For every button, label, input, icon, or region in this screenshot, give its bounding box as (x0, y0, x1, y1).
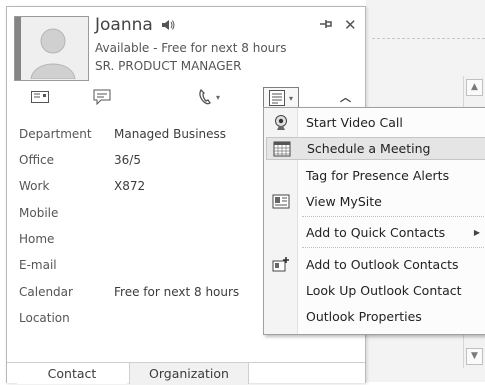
field-label: Office (19, 153, 55, 167)
field-label: Home (19, 232, 55, 246)
menu-item-label: Start Video Call (306, 115, 403, 130)
options-dropdown-icon[interactable]: ▾ (289, 94, 293, 103)
contact-name: Joanna (95, 15, 153, 35)
menu-item-label: View MySite (306, 194, 382, 209)
person-placeholder-icon (30, 28, 76, 79)
menu-item-label: Add to Quick Contacts (306, 225, 446, 240)
speaker-icon[interactable] (161, 19, 175, 34)
menu-item-label: Look Up Outlook Contact (306, 283, 462, 298)
background-divider (372, 38, 485, 39)
im-button[interactable] (89, 87, 115, 107)
presence-status: Available - Free for next 8 hours (95, 41, 287, 55)
field-value[interactable]: Free for next 8 hours (114, 285, 239, 299)
scroll-up-icon[interactable]: ▲ (466, 79, 483, 96)
menu-item-label: Outlook Properties (306, 309, 422, 324)
mysite-icon (272, 194, 290, 209)
field-label: Work (19, 179, 50, 193)
contact-photo (14, 16, 89, 81)
field-value[interactable]: 36/5 (114, 153, 141, 167)
menu-item-start-video-call[interactable]: Start Video Call (266, 111, 485, 134)
menu-item-view-mysite[interactable]: View MySite (266, 190, 485, 213)
tab-contact[interactable]: Contact (17, 363, 127, 384)
email-icon (31, 91, 49, 103)
field-label: Calendar (19, 285, 73, 299)
submenu-arrow-icon: ▶ (473, 228, 480, 237)
webcam-icon (275, 115, 287, 130)
collapse-icon[interactable]: ︿ (340, 89, 351, 105)
email-button[interactable] (27, 87, 53, 107)
pin-icon[interactable] (319, 18, 333, 34)
field-label: Mobile (19, 206, 59, 220)
menu-item-add-quick-contacts[interactable]: Add to Quick Contacts ▶ (266, 221, 485, 244)
field-value[interactable]: X872 (114, 179, 145, 193)
presence-indicator (15, 17, 21, 80)
job-title: SR. PRODUCT MANAGER (95, 59, 242, 73)
menu-item-schedule-meeting[interactable]: Schedule a Meeting (266, 137, 485, 160)
phone-icon (199, 89, 211, 105)
menu-item-label: Add to Outlook Contacts (306, 257, 459, 272)
menu-item-add-outlook-contacts[interactable]: Add to Outlook Contacts (266, 253, 485, 276)
more-options-button[interactable]: ▾ (263, 87, 299, 109)
field-value[interactable]: Managed Business (114, 127, 226, 141)
field-label: E-mail (19, 258, 57, 272)
menu-item-tag-presence[interactable]: Tag for Presence Alerts (266, 164, 485, 187)
contact-card-icon (268, 90, 285, 106)
field-label: Location (19, 311, 70, 325)
call-button[interactable]: ▾ (189, 87, 229, 107)
menu-item-label: Schedule a Meeting (307, 141, 431, 156)
menu-item-label: Tag for Presence Alerts (306, 168, 450, 183)
chat-icon (93, 89, 111, 105)
field-label: Department (19, 127, 92, 141)
menu-separator (302, 216, 485, 217)
tab-organization[interactable]: Organization (129, 363, 249, 384)
close-icon[interactable]: ✕ (344, 16, 357, 34)
menu-item-outlook-properties[interactable]: Outlook Properties (266, 305, 485, 328)
add-contact-icon (272, 257, 289, 272)
options-menu: Start Video Call Schedule a Meeting Tag … (263, 107, 485, 335)
menu-item-look-up-outlook-contact[interactable]: Look Up Outlook Contact (266, 279, 485, 302)
calendar-icon (273, 141, 291, 157)
menu-separator (302, 247, 485, 248)
scroll-down-icon[interactable]: ▼ (466, 348, 483, 365)
call-dropdown-icon[interactable]: ▾ (216, 93, 220, 102)
